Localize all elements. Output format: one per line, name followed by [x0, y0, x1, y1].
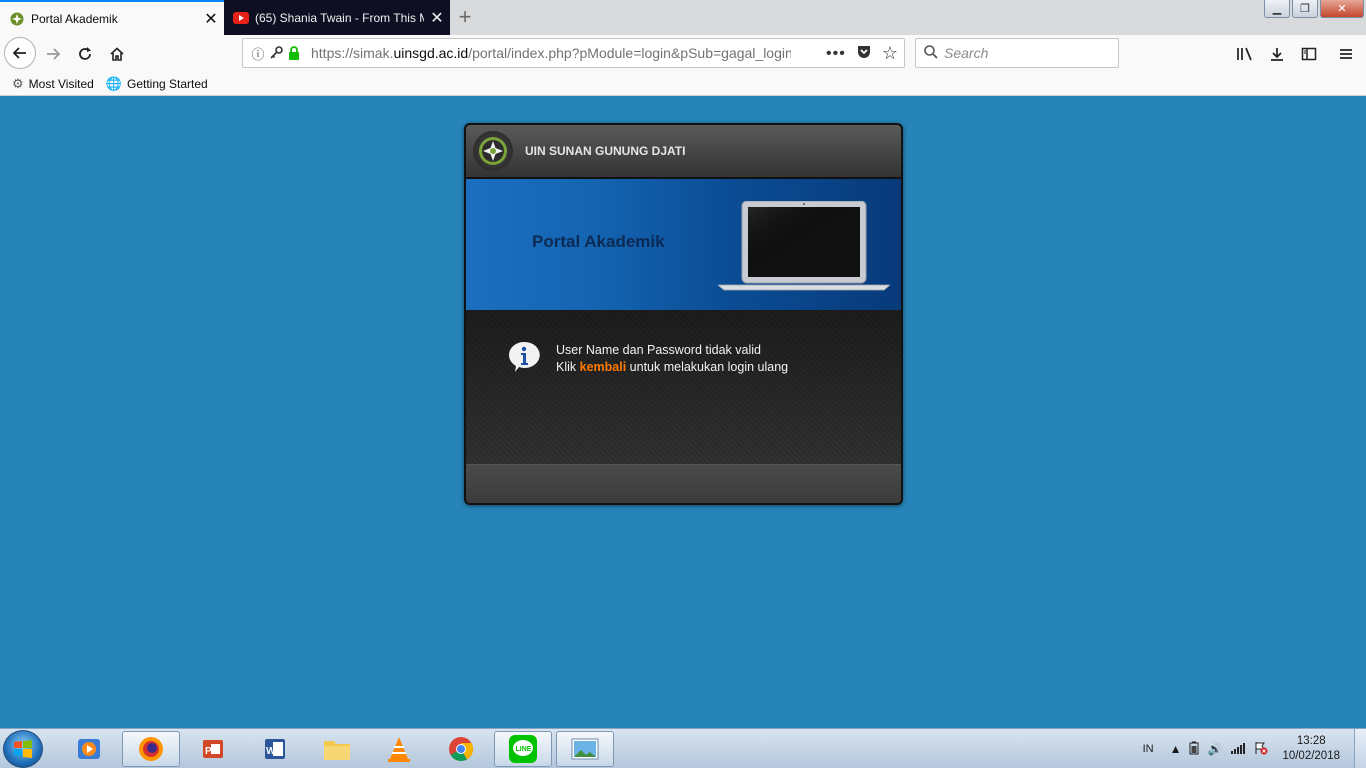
forward-button[interactable]	[38, 39, 68, 69]
minimize-icon[interactable]: ▁	[1264, 0, 1290, 18]
show-desktop-button[interactable]	[1354, 729, 1366, 768]
windows-logo-icon	[14, 740, 32, 758]
folder-icon	[324, 741, 350, 760]
windows-taskbar: P W LINE IN ▲ 🔊 13:28 10/02/2018	[0, 728, 1366, 768]
taskbar-media-player[interactable]	[60, 731, 118, 767]
reload-icon	[79, 47, 91, 60]
panel-header: UIN SUNAN GUNUNG DJATI	[466, 125, 901, 179]
reload-button[interactable]	[70, 39, 100, 69]
media-player-icon	[78, 739, 100, 759]
back-button[interactable]	[4, 37, 36, 69]
university-seal-icon	[473, 131, 513, 171]
taskbar-photos[interactable]	[556, 731, 614, 767]
hamburger-icon	[1340, 49, 1352, 59]
taskbar-file-explorer[interactable]	[308, 731, 366, 767]
laptop-icon	[718, 201, 890, 291]
bookmark-star-icon[interactable]: ☆	[882, 43, 898, 64]
info-icon[interactable]: ⓘ	[249, 44, 267, 62]
svg-text:W: W	[266, 746, 276, 757]
url-bar[interactable]: ⓘ https://simak.uinsgd.ac.id/portal/inde…	[242, 38, 905, 68]
clock-time: 13:28	[1296, 735, 1326, 747]
login-failure-panel: UIN SUNAN GUNUNG DJATI Portal Akademik U…	[464, 123, 903, 505]
uin-favicon-icon	[9, 11, 25, 27]
search-placeholder: Search	[944, 45, 989, 61]
tab-bar: Portal Akademik ✕ (65) Shania Twain - Fr…	[0, 0, 1366, 35]
powerpoint-icon: P	[203, 740, 223, 758]
kembali-link[interactable]: kembali	[580, 360, 627, 374]
search-bar[interactable]: Search	[915, 38, 1119, 68]
restore-icon[interactable]: ❐	[1292, 0, 1318, 18]
library-icon	[1237, 47, 1252, 61]
action-center-flag-icon[interactable]	[1254, 741, 1268, 758]
toolbar-right	[1228, 39, 1366, 69]
word-icon: W	[265, 739, 285, 759]
tab-title: (65) Shania Twain - From This M	[255, 10, 424, 25]
taskbar-line[interactable]: LINE	[494, 731, 552, 767]
bookmarks-toolbar: ⚙ Most Visited 🌐 Getting Started	[0, 72, 1366, 96]
sidebar-icon	[1301, 47, 1317, 61]
panel-footer	[466, 464, 901, 503]
svg-text:LINE: LINE	[516, 746, 532, 753]
home-button[interactable]	[102, 39, 132, 69]
bookmark-most-visited[interactable]: ⚙ Most Visited	[12, 76, 94, 92]
firefox-icon	[139, 737, 163, 761]
sidebar-button[interactable]	[1294, 39, 1324, 69]
taskbar-chrome[interactable]	[432, 731, 490, 767]
tab-portal-akademik[interactable]: Portal Akademik ✕	[0, 0, 224, 35]
arrow-right-icon	[47, 48, 61, 60]
chrome-icon	[449, 737, 474, 762]
message-area: User Name dan Password tidak valid Klik …	[466, 310, 901, 464]
error-message: User Name dan Password tidak valid Klik …	[556, 342, 788, 376]
photo-viewer-icon	[571, 738, 599, 760]
lock-icon[interactable]	[285, 44, 303, 62]
key-icon[interactable]	[267, 44, 285, 62]
library-button[interactable]	[1230, 39, 1260, 69]
info-bubble-icon	[508, 341, 540, 372]
bookmark-getting-started[interactable]: 🌐 Getting Started	[106, 76, 208, 92]
error-line: User Name dan Password tidak valid	[556, 343, 761, 357]
portal-banner: Portal Akademik	[466, 179, 901, 310]
globe-icon: 🌐	[105, 75, 122, 91]
system-tray: IN ▲ 🔊 13:28 10/02/2018	[1143, 729, 1366, 768]
start-button[interactable]	[3, 730, 43, 768]
navigation-toolbar: ⓘ https://simak.uinsgd.ac.id/portal/inde…	[0, 35, 1366, 72]
retry-line: Klik kembali untuk melakukan login ulang	[556, 360, 789, 374]
close-window-icon[interactable]: ✕	[1320, 0, 1364, 18]
window-controls: ▁ ❐ ✕	[1264, 0, 1364, 18]
close-tab-icon[interactable]: ✕	[424, 8, 450, 28]
tab-title: Portal Akademik	[31, 11, 118, 26]
taskbar-powerpoint[interactable]: P	[184, 731, 242, 767]
tab-youtube[interactable]: (65) Shania Twain - From This M ✕	[224, 0, 450, 35]
taskbar-word[interactable]: W	[246, 731, 304, 767]
show-hidden-icons-icon[interactable]: ▲	[1170, 742, 1182, 756]
url-text: https://simak.uinsgd.ac.id/portal/index.…	[311, 45, 791, 61]
battery-icon[interactable]	[1189, 741, 1199, 758]
new-tab-button[interactable]: +	[452, 4, 478, 30]
university-name: UIN SUNAN GUNUNG DJATI	[525, 144, 686, 158]
clock[interactable]: 13:28 10/02/2018	[1282, 734, 1340, 764]
vlc-icon	[388, 737, 410, 762]
portal-title: Portal Akademik	[532, 232, 665, 251]
menu-button[interactable]	[1326, 39, 1366, 69]
search-icon	[924, 44, 938, 62]
taskbar-firefox[interactable]	[122, 731, 180, 767]
taskbar-vlc[interactable]	[370, 731, 428, 767]
home-icon	[110, 47, 124, 61]
gear-icon: ⚙	[12, 75, 24, 91]
page-actions-icon[interactable]: •••	[826, 45, 846, 63]
line-icon: LINE	[509, 735, 537, 763]
language-indicator[interactable]: IN	[1143, 743, 1154, 755]
downloads-button[interactable]	[1262, 39, 1292, 69]
youtube-icon	[233, 10, 249, 26]
clock-date: 10/02/2018	[1282, 750, 1340, 762]
download-icon	[1271, 48, 1283, 61]
network-signal-icon[interactable]	[1230, 742, 1246, 757]
volume-icon[interactable]: 🔊	[1207, 742, 1222, 756]
pocket-icon[interactable]	[856, 44, 872, 63]
svg-text:P: P	[205, 746, 212, 757]
arrow-left-icon	[12, 47, 26, 59]
close-tab-icon[interactable]: ✕	[198, 9, 224, 29]
